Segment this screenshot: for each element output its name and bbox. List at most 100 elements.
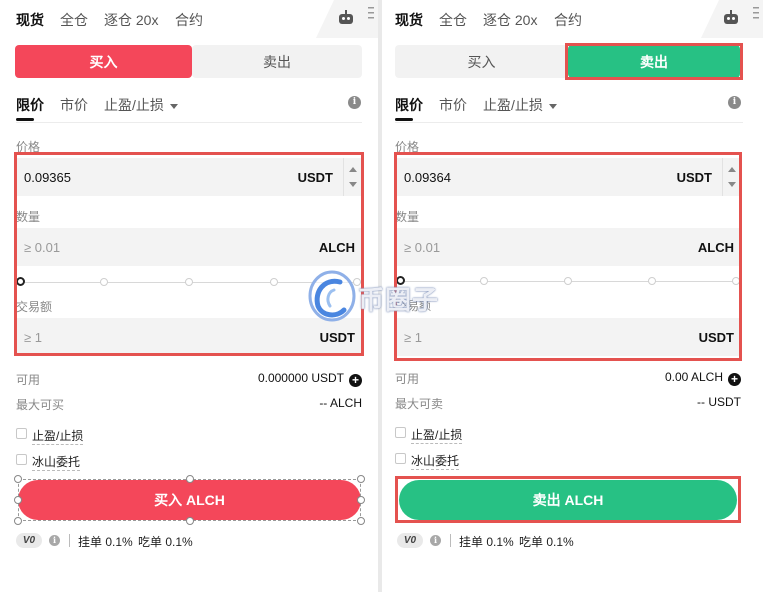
slider-mark-75[interactable] <box>648 277 656 285</box>
iceberg-checkbox[interactable]: 冰山委托 <box>16 453 136 471</box>
maker-fee: 挂单 0.1% <box>459 535 514 549</box>
add-funds-icon[interactable]: + <box>349 374 362 387</box>
tab-cross-margin[interactable]: 全仓 <box>60 10 88 30</box>
add-funds-icon[interactable]: + <box>728 373 741 386</box>
taker-fee: 吃单 0.1% <box>519 535 574 549</box>
vip-level-badge[interactable]: V0 <box>16 533 42 548</box>
fee-footer: V0 i 挂单 0.1% 吃单 0.1% <box>397 532 597 550</box>
info-icon[interactable]: i <box>430 535 441 546</box>
tab-tp-sl[interactable]: 止盈/止损 <box>483 95 557 115</box>
max-sell-row: 最大可卖 -- USDT <box>395 395 741 411</box>
tab-spot[interactable]: 现货 <box>395 10 423 30</box>
total-placeholder: ≥ 1 <box>24 330 42 345</box>
slider-mark-75[interactable] <box>270 278 278 286</box>
slider-mark-100[interactable] <box>732 277 740 285</box>
decrement-icon[interactable] <box>349 182 357 187</box>
checkbox-box[interactable] <box>395 427 406 438</box>
tp-sl-checkbox-label: 止盈/止损 <box>411 428 463 444</box>
tab-market[interactable]: 市价 <box>60 95 88 115</box>
price-input[interactable]: 0.09364 USDT <box>396 158 740 196</box>
checkbox-box[interactable] <box>16 428 27 439</box>
tab-tp-sl[interactable]: 止盈/止损 <box>104 95 178 115</box>
tab-limit[interactable]: 限价 <box>395 95 423 115</box>
price-input[interactable]: 0.09365 USDT <box>16 158 361 196</box>
buy-toggle-button[interactable]: 买入 <box>395 45 568 78</box>
tp-sl-checkbox[interactable]: 止盈/止损 <box>16 427 136 445</box>
slider-handle[interactable] <box>16 277 25 286</box>
max-buy-label: 最大可买 <box>16 398 65 412</box>
tp-sl-checkbox-label: 止盈/止损 <box>32 429 84 445</box>
quantity-input[interactable]: ≥ 0.01 ALCH <box>396 228 740 266</box>
available-value: 0.00 ALCH + <box>665 370 741 386</box>
max-sell-value: -- USDT <box>697 395 741 409</box>
sell-toggle-button[interactable]: 卖出 <box>192 45 362 78</box>
max-buy-value: -- ALCH <box>319 396 362 410</box>
info-icon[interactable]: i <box>728 96 741 109</box>
tab-limit[interactable]: 限价 <box>16 95 44 115</box>
slider-mark-100[interactable] <box>353 278 361 286</box>
tab-isolated-margin[interactable]: 逐仓 20x <box>483 10 537 30</box>
quantity-unit: ALCH <box>697 240 734 255</box>
iceberg-checkbox-label: 冰山委托 <box>411 454 460 470</box>
slider-mark-50[interactable] <box>564 277 572 285</box>
active-tab-underline <box>395 118 413 121</box>
more-menu-icon[interactable] <box>368 6 374 20</box>
resize-handle[interactable] <box>357 517 365 525</box>
resize-handle[interactable] <box>186 517 194 525</box>
buy-toggle-button[interactable]: 买入 <box>15 45 192 78</box>
price-unit: USDT <box>676 170 712 185</box>
sell-panel: 现货 全仓 逐仓 20x 合约 买入 卖出 限价 市价 止盈/止损 i 价格 0… <box>382 0 763 592</box>
info-icon[interactable]: i <box>348 96 361 109</box>
tabs-divider <box>16 122 362 123</box>
tab-market[interactable]: 市价 <box>439 95 467 115</box>
slider-mark-25[interactable] <box>480 277 488 285</box>
resize-handle[interactable] <box>14 496 22 504</box>
iceberg-checkbox[interactable]: 冰山委托 <box>395 452 515 470</box>
quantity-input[interactable]: ≥ 0.01 ALCH <box>16 228 361 266</box>
tp-sl-checkbox[interactable]: 止盈/止损 <box>395 426 515 444</box>
quantity-placeholder: ≥ 0.01 <box>404 240 441 255</box>
tab-cross-margin[interactable]: 全仓 <box>439 10 467 30</box>
vip-level-badge[interactable]: V0 <box>397 533 423 548</box>
increment-icon[interactable] <box>349 167 357 172</box>
info-icon[interactable]: i <box>49 535 60 546</box>
checkbox-box[interactable] <box>395 453 406 464</box>
resize-handle[interactable] <box>186 475 194 483</box>
total-input[interactable]: ≥ 1 USDT <box>16 318 361 356</box>
tab-contract[interactable]: 合约 <box>554 10 582 30</box>
tab-contract[interactable]: 合约 <box>175 10 203 30</box>
checkbox-box[interactable] <box>16 454 27 465</box>
price-stepper[interactable] <box>722 158 740 196</box>
resize-handle[interactable] <box>14 517 22 525</box>
resize-handle[interactable] <box>357 475 365 483</box>
tab-isolated-margin[interactable]: 逐仓 20x <box>104 10 158 30</box>
divider <box>450 534 451 547</box>
price-unit: USDT <box>297 170 333 185</box>
slider-mark-25[interactable] <box>100 278 108 286</box>
amount-slider[interactable] <box>16 276 361 288</box>
robot-icon[interactable] <box>723 10 739 24</box>
robot-icon[interactable] <box>338 10 354 24</box>
slider-handle[interactable] <box>396 276 405 285</box>
account-type-tabs: 现货 全仓 逐仓 20x 合约 <box>382 0 763 38</box>
order-type-tabs: 限价 市价 止盈/止损 <box>0 92 378 123</box>
buy-submit-button[interactable]: 买入 ALCH <box>18 480 361 520</box>
sell-submit-button[interactable]: 卖出 ALCH <box>399 480 737 520</box>
resize-handle[interactable] <box>357 496 365 504</box>
tab-spot[interactable]: 现货 <box>16 10 44 30</box>
more-menu-icon[interactable] <box>753 6 759 20</box>
decrement-icon[interactable] <box>728 182 736 187</box>
price-stepper[interactable] <box>343 158 361 196</box>
max-sell-label: 最大可卖 <box>395 397 444 411</box>
available-value: 0.000000 USDT + <box>258 371 362 387</box>
sell-toggle-button[interactable]: 卖出 <box>568 45 740 78</box>
quantity-label: 数量 <box>395 210 420 224</box>
resize-handle[interactable] <box>14 475 22 483</box>
available-row: 可用 0.000000 USDT + <box>16 371 362 387</box>
increment-icon[interactable] <box>728 167 736 172</box>
price-label: 价格 <box>16 140 41 154</box>
slider-mark-50[interactable] <box>185 278 193 286</box>
total-input[interactable]: ≥ 1 USDT <box>396 318 740 356</box>
buy-panel: 现货 全仓 逐仓 20x 合约 买入 卖出 限价 市价 止盈/止损 i 价格 0… <box>0 0 378 592</box>
amount-slider[interactable] <box>396 275 740 287</box>
